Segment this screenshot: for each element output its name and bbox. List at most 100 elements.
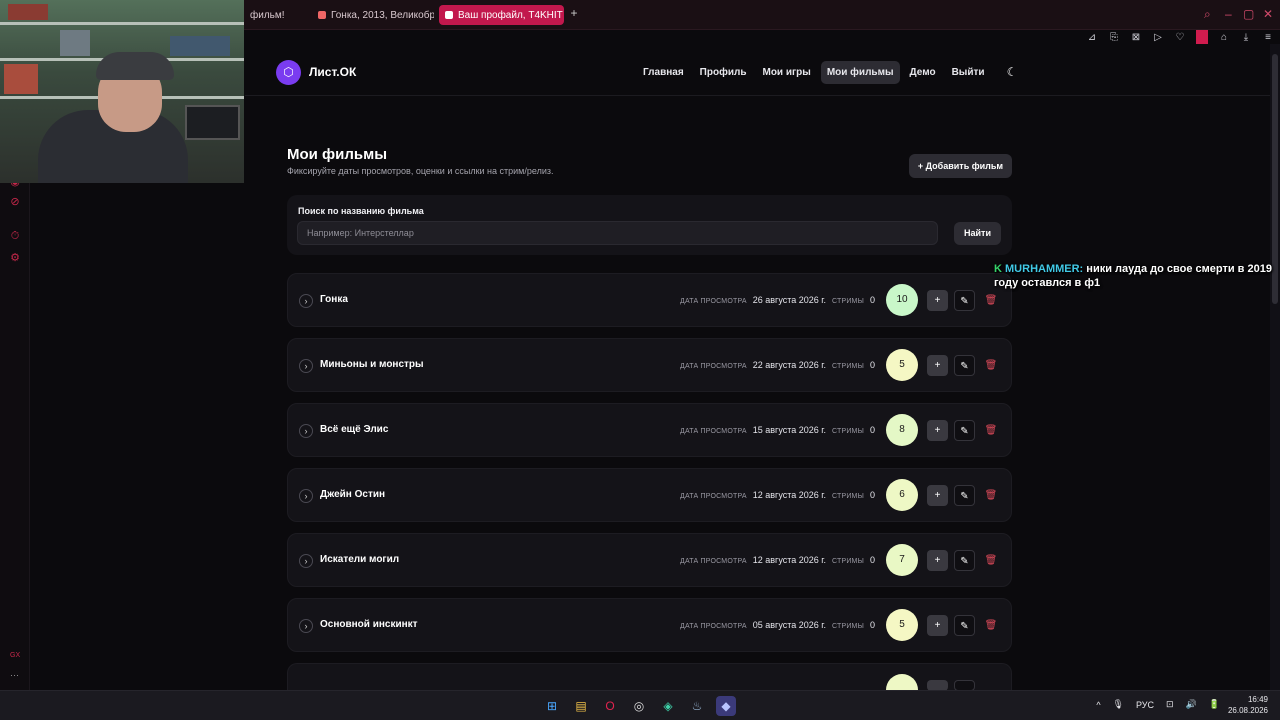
rating-badge-partial xyxy=(886,674,918,691)
snapshot-icon[interactable]: ⎘ xyxy=(1108,32,1120,43)
edit-icon[interactable]: ✎ xyxy=(954,290,975,311)
start-icon[interactable]: ⊞ xyxy=(542,696,562,716)
webcam-overlay xyxy=(0,0,244,183)
search-button[interactable]: Найти xyxy=(954,222,1001,245)
active-app-icon[interactable]: ◆ xyxy=(716,696,736,716)
page-scrollbar[interactable] xyxy=(1270,44,1280,690)
shelf-item xyxy=(4,64,38,94)
streams-label: СТРИМЫ xyxy=(831,428,864,435)
app-icon[interactable]: ◈ xyxy=(658,696,678,716)
settings-icon[interactable]: ⚙ xyxy=(9,252,21,264)
edit-icon[interactable]: ✎ xyxy=(954,550,975,571)
delete-icon[interactable]: 🗑 xyxy=(984,615,998,636)
taskbar-apps: ⊞ ▤ O ◎ ◈ ♨ ◆ xyxy=(542,696,736,716)
minimize-icon[interactable]: – xyxy=(1225,7,1232,21)
movie-row[interactable]: › Всё ещё Элис ДАТА ПРОСМОТРА 15 августа… xyxy=(287,403,1012,457)
expand-chevron-icon[interactable]: › xyxy=(299,359,313,373)
clock[interactable]: 16:49 26.08.2026 xyxy=(1228,694,1268,716)
add-stream-button[interactable]: + xyxy=(927,485,948,506)
add-stream-button[interactable]: + xyxy=(927,420,948,441)
rating-badge: 8 xyxy=(886,414,918,446)
tray-expand-icon[interactable]: ^ xyxy=(1096,700,1100,710)
obs-icon[interactable]: ◎ xyxy=(629,696,649,716)
nav-my-movies[interactable]: Мои фильмы xyxy=(820,61,900,84)
add-movie-button[interactable]: + Добавить фильм xyxy=(909,154,1012,178)
browser-tab-1[interactable]: фильм! xyxy=(244,5,308,25)
shield-icon[interactable]: ⊠ xyxy=(1130,32,1142,43)
delete-icon[interactable]: 🗑 xyxy=(984,485,998,506)
movie-meta: ДАТА ПРОСМОТРА 05 августа 2026 г. СТРИМЫ… xyxy=(680,620,875,630)
movie-row[interactable]: › Гонка ДАТА ПРОСМОТРА 26 августа 2026 г… xyxy=(287,273,1012,327)
streams-count: 0 xyxy=(869,425,875,435)
heart-icon[interactable]: ♡ xyxy=(1174,32,1186,43)
account-icon[interactable]: ⌂ xyxy=(1218,32,1230,43)
add-stream-button[interactable]: + xyxy=(927,290,948,311)
rating-badge: 5 xyxy=(886,609,918,641)
edit-icon[interactable]: ✎ xyxy=(954,355,975,376)
movie-row-partial[interactable] xyxy=(287,663,1012,691)
movie-row[interactable]: › Искатели могил ДАТА ПРОСМОТРА 12 авгус… xyxy=(287,533,1012,587)
streams-count: 0 xyxy=(869,555,875,565)
nav-demo[interactable]: Демо xyxy=(904,61,942,84)
theme-toggle-icon[interactable]: ☾ xyxy=(1005,65,1019,79)
history-icon[interactable]: ⏱ xyxy=(9,230,21,242)
shelf-item xyxy=(170,36,230,56)
search-tabs-icon[interactable]: ⌕ xyxy=(1204,7,1211,22)
browser-toolbar: ⊿ ⎘ ⊠ ▷ ♡ ⌂ ⤓ ≡ xyxy=(1086,30,1274,44)
add-stream-button[interactable]: + xyxy=(927,615,948,636)
new-tab-button[interactable]: + xyxy=(568,7,580,20)
steam-icon[interactable]: ♨ xyxy=(687,696,707,716)
expand-chevron-icon[interactable]: › xyxy=(299,554,313,568)
edit-icon[interactable]: ✎ xyxy=(954,420,975,441)
logo-icon[interactable]: ⬡ xyxy=(276,60,301,85)
expand-chevron-icon[interactable]: › xyxy=(299,424,313,438)
player-icon[interactable]: ▷ xyxy=(1152,32,1164,43)
delete-icon[interactable]: 🗑 xyxy=(984,550,998,571)
expand-chevron-icon[interactable]: › xyxy=(299,619,313,633)
movie-title: Всё ещё Элис xyxy=(320,424,389,435)
edit-icon[interactable]: ✎ xyxy=(954,615,975,636)
maximize-icon[interactable]: ▢ xyxy=(1243,7,1254,21)
movie-title: Искатели могил xyxy=(320,554,400,565)
microphone-icon[interactable]: 🎙 xyxy=(1113,699,1124,710)
delete-icon[interactable]: 🗑 xyxy=(984,420,998,441)
battery-icon[interactable]: 🔋 xyxy=(1209,699,1220,710)
nav-my-games[interactable]: Мои игры xyxy=(756,61,816,84)
expand-chevron-icon[interactable]: › xyxy=(299,489,313,503)
more-icon[interactable]: ··· xyxy=(10,670,19,680)
add-stream-button[interactable]: + xyxy=(927,550,948,571)
movie-title: Джейн Остин xyxy=(320,489,386,500)
vpn-icon[interactable]: ⊘ xyxy=(9,196,21,208)
expand-chevron-icon[interactable]: › xyxy=(299,294,313,308)
nav-home[interactable]: Главная xyxy=(637,61,690,84)
movie-row[interactable]: › Джейн Остин ДАТА ПРОСМОТРА 12 августа … xyxy=(287,468,1012,522)
nav-logout[interactable]: Выйти xyxy=(946,61,991,84)
movie-row[interactable]: › Основной инскинкт ДАТА ПРОСМОТРА 05 ав… xyxy=(287,598,1012,652)
network-icon[interactable]: ⊡ xyxy=(1166,699,1174,710)
screen: фильм! Гонка, 2013, Великобрита Ваш проф… xyxy=(0,0,1280,720)
delete-icon[interactable]: 🗑 xyxy=(984,290,998,311)
movie-row[interactable]: › Миньоны и монстры ДАТА ПРОСМОТРА 22 ав… xyxy=(287,338,1012,392)
search-input[interactable] xyxy=(297,221,938,245)
watched-label: ДАТА ПРОСМОТРА xyxy=(680,623,747,630)
download-icon[interactable]: ⤓ xyxy=(1240,32,1252,43)
volume-icon[interactable]: 🔊 xyxy=(1186,699,1197,710)
language-indicator[interactable]: РУС xyxy=(1136,700,1154,710)
edit-icon[interactable]: ✎ xyxy=(954,485,975,506)
delete-icon[interactable]: 🗑 xyxy=(984,355,998,376)
watched-date: 12 августа 2026 г. xyxy=(752,555,826,565)
rating-badge: 5 xyxy=(886,349,918,381)
file-explorer-icon[interactable]: ▤ xyxy=(571,696,591,716)
chat-badge: K xyxy=(994,263,1002,275)
clock-time: 16:49 xyxy=(1247,695,1268,704)
browser-tab-2[interactable]: Гонка, 2013, Великобрита xyxy=(312,5,434,25)
browser-tab-active[interactable]: Ваш профайл, T4KHIT - Li xyxy=(439,5,564,25)
pin-icon[interactable]: ⊿ xyxy=(1086,32,1098,43)
menu-icon[interactable]: ≡ xyxy=(1262,32,1274,43)
close-window-icon[interactable]: ✕ xyxy=(1263,7,1273,21)
add-stream-button[interactable]: + xyxy=(927,355,948,376)
taskbar: ⊞ ▤ O ◎ ◈ ♨ ◆ ^ 🎙 РУС ⊡ 🔊 🔋 16:49 26.08.… xyxy=(0,690,1280,720)
nav-profile[interactable]: Профиль xyxy=(694,61,753,84)
opera-gx-icon[interactable]: O xyxy=(600,696,620,716)
logo-text[interactable]: Лист.ОК xyxy=(309,65,356,79)
